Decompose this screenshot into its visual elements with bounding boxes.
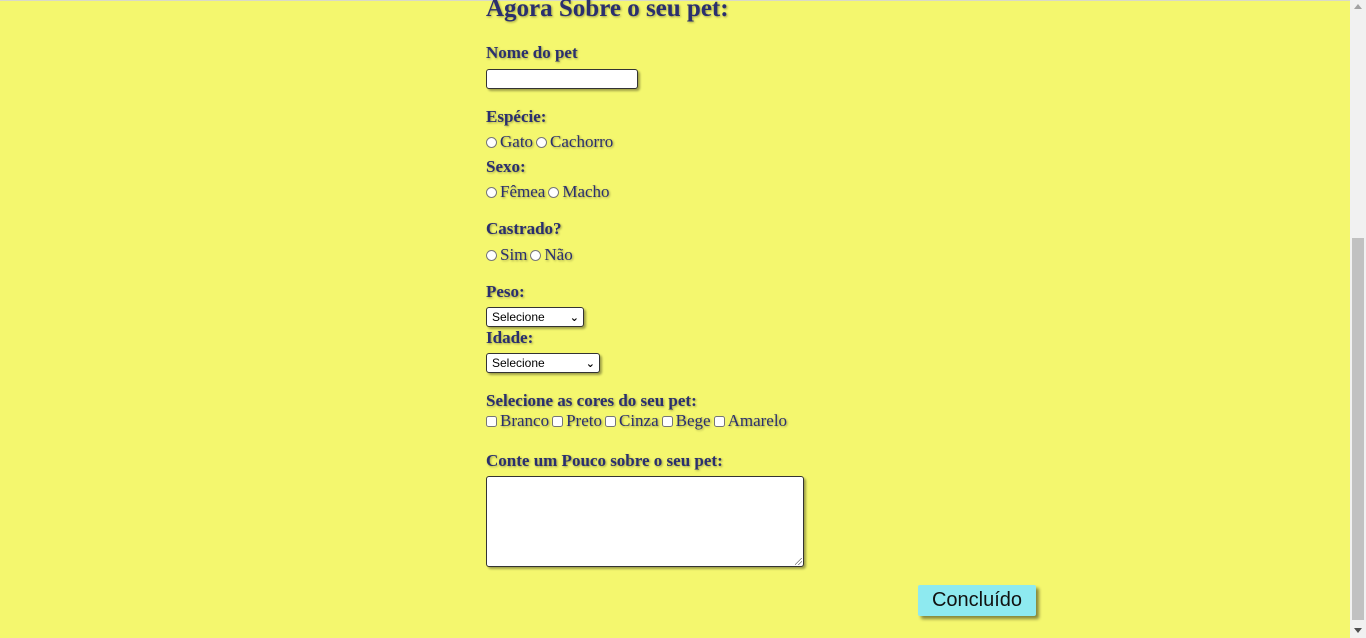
page: Agora Sobre o seu pet: Nome do pet Espéc… [0, 0, 1350, 638]
color-option-cinza: Cinza [618, 411, 659, 430]
neutered-option-sim: Sim [500, 245, 528, 264]
about-textarea[interactable] [486, 476, 804, 567]
colors-options: Branco Preto Cinza Bege Amarelo [486, 411, 790, 431]
color-option-amarelo: Amarelo [727, 411, 788, 430]
species-option-gato: Gato [500, 132, 534, 151]
neutered-option-nao: Não [544, 245, 573, 264]
age-label: Idade: [486, 328, 534, 347]
sex-radio-macho[interactable] [548, 186, 560, 198]
age-select-value: Selecione [492, 356, 545, 370]
color-checkbox-bege[interactable] [661, 415, 673, 427]
vertical-scrollbar[interactable] [1350, 0, 1366, 638]
resize-grip-icon[interactable] [795, 558, 802, 565]
weight-select-value: Selecione [492, 310, 545, 324]
scroll-up-arrow-icon[interactable] [1354, 4, 1362, 9]
sex-option-femea: Fêmea [500, 182, 546, 201]
neutered-label: Castrado? [486, 219, 562, 238]
chevron-down-icon: ⌄ [569, 311, 579, 324]
neutered-radio-sim[interactable] [486, 249, 497, 261]
chevron-down-icon: ⌄ [585, 357, 595, 370]
species-radio-cachorro[interactable] [536, 136, 548, 148]
color-option-preto: Preto [566, 411, 602, 430]
scroll-down-arrow-icon[interactable] [1354, 628, 1362, 633]
sex-options: Fêmea Macho [486, 182, 613, 202]
color-option-branco: Branco [500, 411, 550, 430]
neutered-options: Sim Não [486, 245, 576, 265]
about-label: Conte um Pouco sobre o seu pet: [486, 451, 723, 470]
page-title: Agora Sobre o seu pet: [486, 0, 729, 22]
color-checkbox-branco[interactable] [486, 415, 497, 427]
species-options: Gato Cachorro [486, 132, 616, 152]
sex-option-macho: Macho [562, 182, 610, 201]
age-select[interactable]: Selecione ⌄ [486, 353, 600, 373]
pet-name-input[interactable] [486, 69, 638, 89]
color-checkbox-preto[interactable] [552, 415, 564, 427]
weight-select[interactable]: Selecione ⌄ [486, 307, 584, 327]
species-option-cachorro: Cachorro [550, 132, 614, 151]
species-label: Espécie: [486, 107, 547, 126]
scroll-thumb[interactable] [1352, 238, 1364, 620]
colors-label: Selecione as cores do seu pet: [486, 391, 697, 410]
color-checkbox-amarelo[interactable] [713, 415, 725, 427]
weight-label: Peso: [486, 282, 525, 301]
neutered-radio-nao[interactable] [530, 249, 542, 261]
color-option-bege: Bege [675, 411, 711, 430]
submit-button[interactable]: Concluído [918, 585, 1036, 616]
sex-radio-femea[interactable] [486, 186, 497, 198]
species-radio-gato[interactable] [486, 136, 497, 148]
sex-label: Sexo: [486, 157, 526, 176]
pet-name-label: Nome do pet [486, 43, 578, 62]
color-checkbox-cinza[interactable] [604, 415, 616, 427]
